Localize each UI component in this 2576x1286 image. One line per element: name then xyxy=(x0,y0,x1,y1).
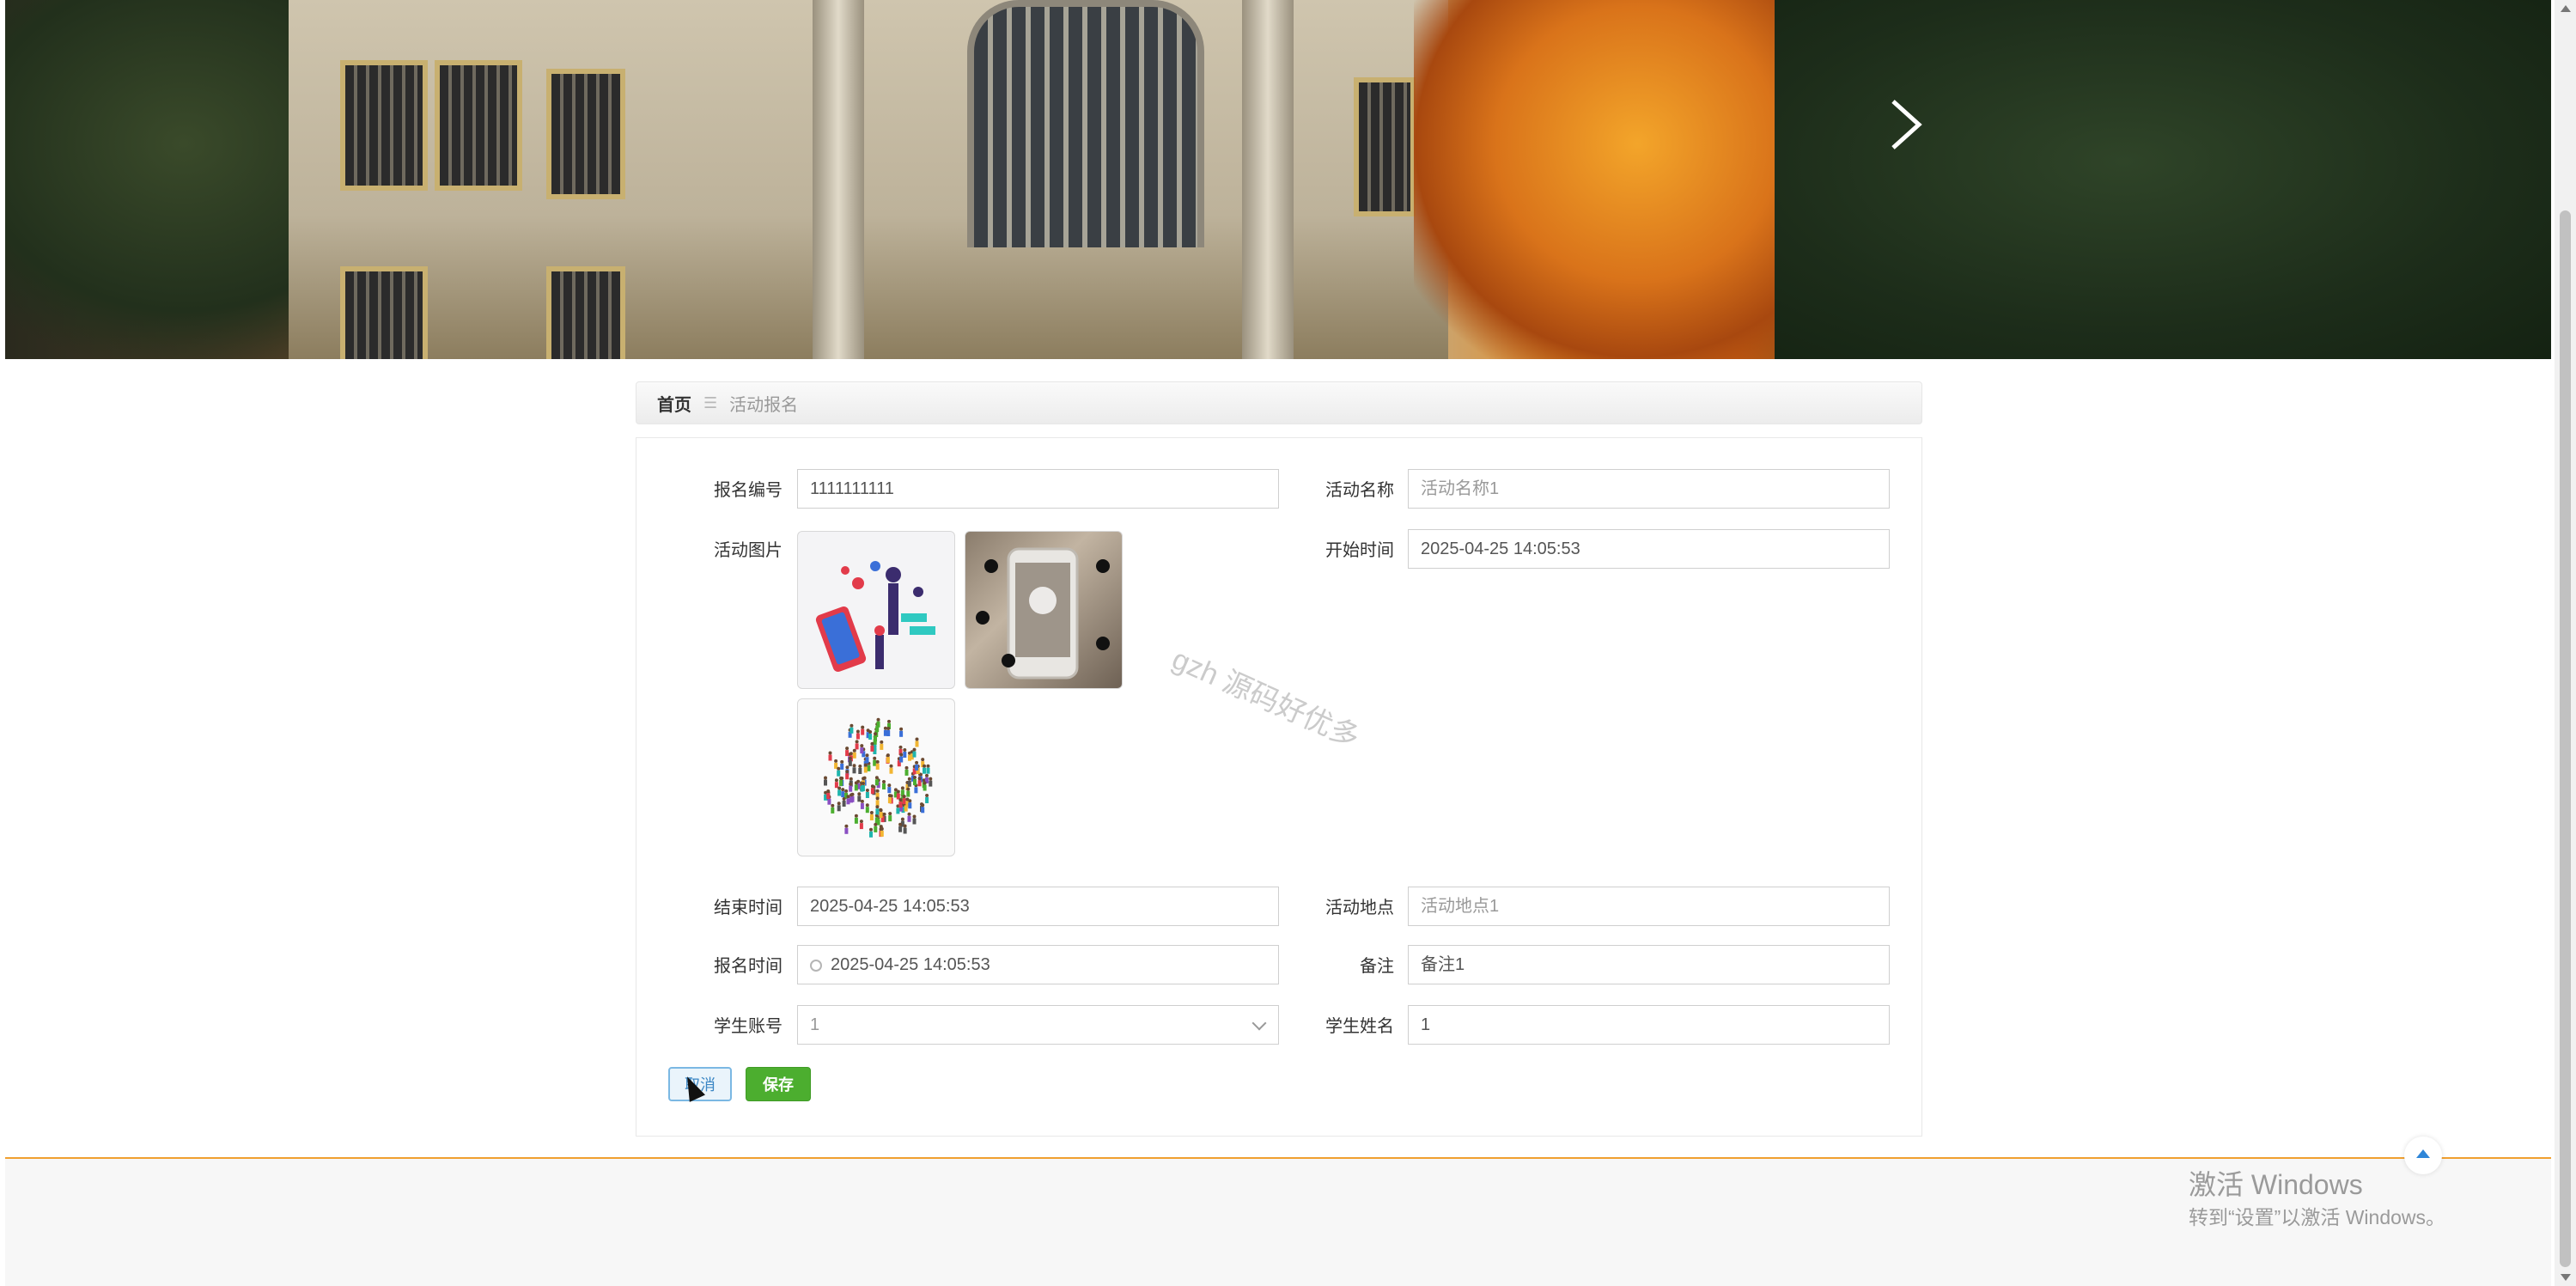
carousel-next-arrow-icon[interactable] xyxy=(1885,94,1927,155)
banner-window xyxy=(340,266,428,359)
breadcrumb-home-link[interactable]: 首页 xyxy=(657,391,691,416)
banner-arch-window xyxy=(967,0,1204,247)
banner-window xyxy=(435,60,522,191)
student-name-input[interactable]: 1 xyxy=(1408,1005,1890,1045)
student-account-select[interactable]: 1 xyxy=(797,1005,1279,1045)
back-to-top-button[interactable] xyxy=(2404,1137,2442,1174)
hero-banner xyxy=(5,0,2551,359)
registration-time-value: 2025-04-25 14:05:53 xyxy=(831,955,990,974)
banner-tree-right xyxy=(1775,0,2551,359)
breadcrumb: 首页 ☰ 活动报名 xyxy=(636,381,1922,424)
activity-image-thumbnail-3[interactable] xyxy=(797,698,955,856)
remarks-label: 备注 xyxy=(1360,957,1394,976)
student-name-label: 学生姓名 xyxy=(1325,1017,1394,1036)
breadcrumb-separator-icon: ☰ xyxy=(703,393,718,411)
save-button[interactable]: 保存 xyxy=(746,1067,811,1101)
activity-name-label: 活动名称 xyxy=(1325,481,1394,500)
student-account-selected-value: 1 xyxy=(810,1015,820,1034)
windows-activation-subtitle: 转到“设置”以激活 Windows。 xyxy=(2189,1206,2446,1228)
activity-image-label: 活动图片 xyxy=(714,541,783,560)
banner-window xyxy=(546,266,625,359)
page-scrollbar[interactable] xyxy=(2555,0,2576,1286)
banner-window xyxy=(546,69,625,199)
clock-icon xyxy=(810,960,822,972)
registration-time-picker[interactable]: 2025-04-25 14:05:53 xyxy=(797,945,1279,984)
banner-building xyxy=(289,0,1448,359)
activity-image-thumbnail-2[interactable] xyxy=(965,531,1123,689)
banner-pillar xyxy=(813,0,864,359)
breadcrumb-current: 活动报名 xyxy=(729,395,799,415)
page-footer xyxy=(5,1159,2551,1286)
start-time-label: 开始时间 xyxy=(1325,541,1394,560)
remarks-input[interactable]: 备注1 xyxy=(1408,945,1890,984)
registration-time-label: 报名时间 xyxy=(714,957,783,976)
end-time-label: 结束时间 xyxy=(714,899,783,917)
crowd-illustration xyxy=(824,717,933,838)
scroll-down-arrow-icon[interactable] xyxy=(2561,1274,2571,1281)
registration-number-input[interactable]: 1111111111 xyxy=(797,469,1279,509)
activity-name-input[interactable]: 活动名称1 xyxy=(1408,469,1890,509)
windows-activation-title: 激活 Windows xyxy=(2189,1169,2363,1200)
activity-image-thumbnail-1[interactable] xyxy=(797,531,955,689)
end-time-input[interactable]: 2025-04-25 14:05:53 xyxy=(797,887,1279,926)
hand-phone-photo xyxy=(976,547,1110,680)
activity-location-input[interactable]: 活动地点1 xyxy=(1408,887,1890,926)
registration-number-label: 报名编号 xyxy=(714,481,783,500)
scroll-up-arrow-icon[interactable] xyxy=(2561,5,2571,12)
arrow-up-icon xyxy=(2416,1149,2430,1158)
start-time-input[interactable]: 2025-04-25 14:05:53 xyxy=(1408,529,1890,569)
banner-pillar xyxy=(1242,0,1294,359)
banner-window xyxy=(1354,77,1416,216)
activity-location-label: 活动地点 xyxy=(1325,899,1394,917)
phone-people-illustration xyxy=(815,561,935,673)
student-account-label: 学生账号 xyxy=(714,1017,783,1036)
scrollbar-thumb[interactable] xyxy=(2560,210,2571,1267)
banner-window xyxy=(340,60,428,191)
